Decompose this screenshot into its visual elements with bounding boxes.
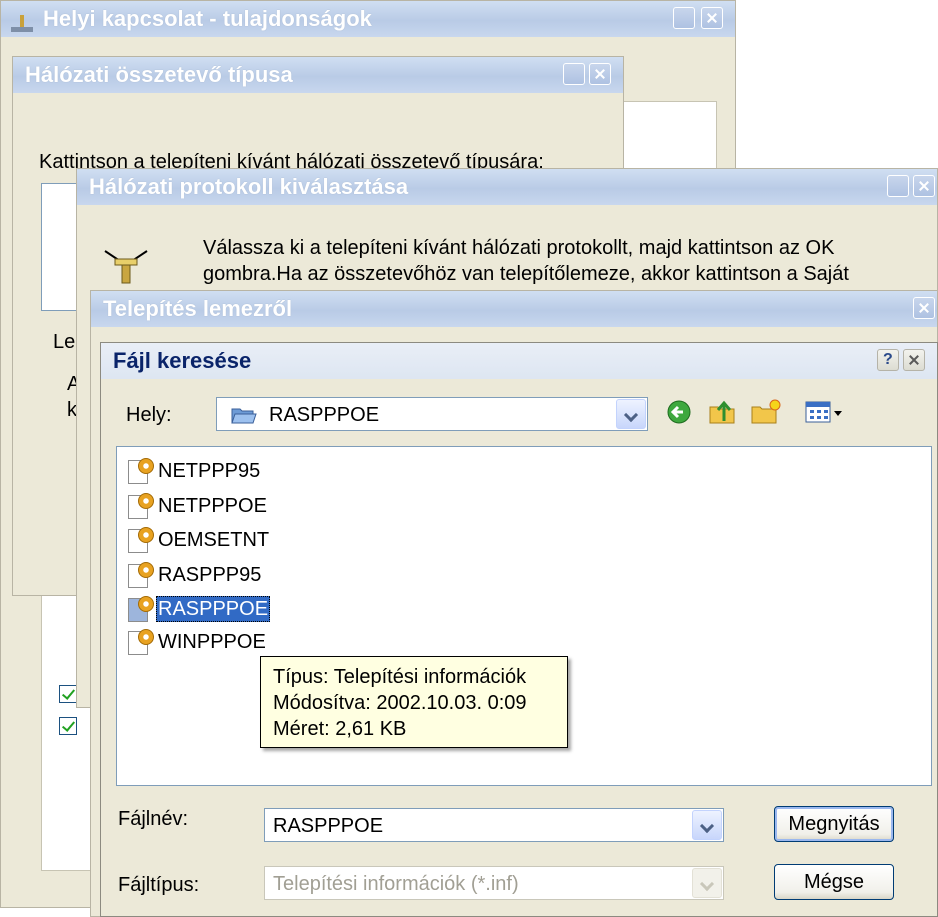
- network-icon: [9, 9, 35, 32]
- window-title: Telepítés lemezről: [103, 296, 293, 321]
- back-icon[interactable]: [666, 397, 692, 427]
- inf-file-icon: [124, 628, 154, 656]
- close-button[interactable]: [913, 297, 935, 319]
- location-combo[interactable]: RASPPPOE: [216, 397, 648, 431]
- filetype-label: Fájltípus:: [118, 874, 200, 896]
- folder-icon: [231, 405, 257, 425]
- tooltip-size: Méret: 2,61 KB: [273, 718, 407, 740]
- list-item[interactable]: NETPPPOE: [124, 492, 269, 520]
- tooltip-modified: Módosítva: 2002.10.03. 0:09: [273, 692, 527, 714]
- inf-file-icon: [124, 595, 154, 623]
- window-title: Helyi kapcsolat - tulajdonságok: [43, 6, 372, 31]
- file-name: OEMSETNT: [158, 529, 270, 551]
- open-button[interactable]: Megnyitás: [774, 806, 894, 842]
- filename-value: RASPPPOE: [273, 815, 384, 837]
- file-tooltip: Típus: Telepítési információk Módosítva:…: [260, 656, 568, 748]
- close-button[interactable]: [903, 349, 925, 371]
- file-name: RASPPP95: [158, 564, 262, 586]
- protocol-icon: [103, 245, 149, 285]
- file-name: RASPPPOE: [156, 596, 271, 622]
- list-item[interactable]: WINPPPOE: [124, 628, 268, 656]
- inf-file-icon: [124, 492, 154, 520]
- chevron-down-icon[interactable]: [692, 810, 722, 840]
- view-menu-icon[interactable]: [804, 397, 850, 427]
- file-name: NETPPPOE: [158, 495, 267, 517]
- window-title: Hálózati protokoll kiválasztása: [89, 174, 409, 199]
- list-item[interactable]: NETPPP95: [124, 457, 262, 485]
- filetype-combo: Telepítési információk (*.inf): [264, 866, 724, 900]
- show-icon-checkbox[interactable]: [59, 685, 77, 703]
- list-item[interactable]: OEMSETNT: [124, 526, 271, 554]
- minimize-button[interactable]: [887, 175, 909, 197]
- minimize-button[interactable]: [563, 63, 585, 85]
- title-bar[interactable]: Fájl keresése: [101, 343, 937, 379]
- inf-file-icon: [124, 561, 154, 589]
- new-folder-icon[interactable]: [750, 397, 784, 427]
- chevron-down-icon: [692, 868, 722, 898]
- group-label: Le: [53, 331, 76, 353]
- close-button[interactable]: [589, 63, 611, 85]
- tooltip-type: Típus: Telepítési információk: [273, 666, 527, 688]
- filename-label: Fájlnév:: [118, 808, 189, 830]
- file-name: WINPPPOE: [158, 631, 266, 653]
- cancel-button[interactable]: Mégse: [774, 864, 894, 900]
- filename-combo[interactable]: RASPPPOE: [264, 808, 724, 842]
- chevron-down-icon[interactable]: [616, 399, 646, 429]
- file-name: NETPPP95: [158, 460, 261, 482]
- dialog-title: Fájl keresése: [113, 348, 252, 373]
- up-folder-icon[interactable]: [708, 397, 738, 427]
- title-bar[interactable]: Telepítés lemezről: [91, 291, 937, 327]
- window-title: Hálózati összetevő típusa: [25, 62, 293, 87]
- help-button[interactable]: [877, 349, 899, 371]
- filetype-value: Telepítési információk (*.inf): [273, 873, 519, 895]
- location-label: Hely:: [126, 404, 172, 426]
- close-button[interactable]: [913, 175, 935, 197]
- title-bar[interactable]: Hálózati protokoll kiválasztása: [77, 169, 937, 205]
- inf-file-icon: [124, 526, 154, 554]
- inf-file-icon: [124, 457, 154, 485]
- list-item[interactable]: RASPPP95: [124, 561, 263, 589]
- minimize-button[interactable]: [673, 7, 695, 29]
- title-bar[interactable]: Helyi kapcsolat - tulajdonságok: [1, 1, 735, 37]
- close-button[interactable]: [701, 7, 723, 29]
- instruction-line-2: gombra.Ha az összetevőhöz van telepítőle…: [203, 263, 849, 285]
- location-value: RASPPPOE: [269, 404, 380, 426]
- title-bar[interactable]: Hálózati összetevő típusa: [13, 57, 623, 93]
- notify-checkbox[interactable]: [59, 717, 77, 735]
- list-item-selected[interactable]: RASPPPOE: [124, 595, 271, 623]
- instruction-line-1: Válassza ki a telepíteni kívánt hálózati…: [203, 237, 835, 259]
